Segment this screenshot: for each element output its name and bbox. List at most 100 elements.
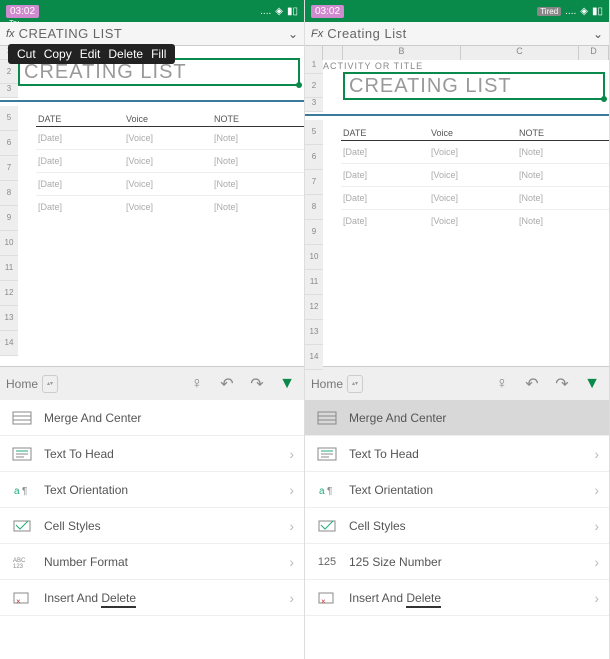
fx-text[interactable]: Creating List — [327, 26, 593, 41]
table-row[interactable]: [Date][Voice][Note] — [341, 164, 609, 187]
fx-label: Fx — [311, 28, 323, 40]
table-row[interactable]: [Date][Voice][Note] — [36, 127, 304, 150]
cell[interactable]: [Note] — [214, 179, 302, 189]
cell[interactable]: [Note] — [214, 156, 302, 166]
column-headers: B C D — [305, 46, 609, 60]
cell[interactable]: [Note] — [214, 202, 302, 212]
cell[interactable]: [Voice] — [431, 170, 519, 180]
menu-size-number[interactable]: 125125 Size Number› — [305, 544, 609, 580]
table-row[interactable]: [Date][Voice][Note] — [36, 196, 304, 218]
cell[interactable]: [Note] — [214, 133, 302, 143]
ctx-cut[interactable]: Cut — [14, 47, 39, 61]
cell[interactable]: [Voice] — [431, 147, 519, 157]
col-note[interactable]: NOTE — [214, 114, 302, 124]
updown-icon[interactable]: ▴▾ — [42, 375, 58, 393]
collapse-icon[interactable]: ▼ — [276, 375, 298, 393]
menu-text-head[interactable]: Text To Head› — [305, 436, 609, 472]
redo-icon[interactable]: ↷ — [246, 374, 268, 394]
cell[interactable]: [Voice] — [126, 156, 214, 166]
home-tab[interactable]: Home ▴▾ — [6, 375, 58, 393]
row-header[interactable]: 13 — [305, 320, 323, 345]
chevron-down-icon[interactable]: ⌄ — [288, 27, 298, 41]
table-row[interactable]: [Date][Voice][Note] — [341, 187, 609, 210]
chevron-down-icon[interactable]: ⌄ — [593, 27, 603, 41]
table-row[interactable]: [Date][Voice][Note] — [341, 210, 609, 232]
col-header[interactable]: D — [579, 46, 609, 60]
cell[interactable]: [Note] — [519, 193, 607, 203]
menu-number-format[interactable]: ABC123Number Format› — [0, 544, 304, 580]
table-row[interactable]: [Date][Voice][Note] — [36, 173, 304, 196]
formula-bar[interactable]: fx CREATING LIST ⌄ Cut Copy Edit Delete … — [0, 22, 304, 46]
col-voice[interactable]: Voice — [431, 128, 519, 138]
row-header[interactable]: 10 — [0, 231, 18, 256]
menu-merge[interactable]: Merge And Center — [0, 400, 304, 436]
row-header[interactable]: 3 — [305, 98, 323, 112]
row-header[interactable]: 11 — [0, 256, 18, 281]
menu-merge[interactable]: Merge And Center — [305, 400, 609, 436]
menu-cell-styles[interactable]: Cell Styles› — [305, 508, 609, 544]
bulb-icon[interactable]: ♀ — [186, 375, 208, 393]
menu-insert-delete[interactable]: ×Insert And Delete› — [0, 580, 304, 616]
spreadsheet[interactable]: ACTIVITY OR TITLE CREATING LIST 5 6 7 8 … — [0, 46, 304, 366]
spreadsheet[interactable]: ACTIVITY OR TITLE CREATING LIST 5 6 7 8 … — [305, 60, 609, 366]
row-header[interactable]: 11 — [305, 270, 323, 295]
corner[interactable] — [305, 46, 323, 60]
cell[interactable]: [Note] — [519, 147, 607, 157]
ctx-fill[interactable]: Fill — [148, 47, 169, 61]
cell[interactable]: [Voice] — [126, 202, 214, 212]
updown-icon[interactable]: ▴▾ — [347, 375, 363, 393]
cell[interactable]: [Date] — [38, 179, 126, 189]
cell[interactable]: [Date] — [38, 133, 126, 143]
title-selection[interactable]: CREATING LIST — [343, 72, 605, 100]
row-header[interactable]: 2 — [305, 74, 323, 98]
cell[interactable]: [Voice] — [431, 193, 519, 203]
redo-icon[interactable]: ↷ — [551, 374, 573, 394]
text-head-icon — [10, 445, 34, 463]
row-header[interactable]: 3 — [0, 84, 18, 98]
collapse-icon[interactable]: ▼ — [581, 375, 603, 393]
formula-bar[interactable]: Fx Creating List ⌄ — [305, 22, 609, 46]
cell[interactable]: [Date] — [38, 202, 126, 212]
table-row[interactable]: [Date][Voice][Note] — [341, 141, 609, 164]
cell[interactable]: [Date] — [343, 147, 431, 157]
cell[interactable]: [Voice] — [126, 133, 214, 143]
col-note[interactable]: NOTE — [519, 128, 607, 138]
cell[interactable]: [Date] — [343, 216, 431, 226]
bulb-icon[interactable]: ♀ — [491, 375, 513, 393]
cell-styles-icon — [10, 517, 34, 535]
undo-icon[interactable]: ↶ — [216, 374, 238, 394]
row-header[interactable]: 12 — [0, 281, 18, 306]
ctx-edit[interactable]: Edit — [77, 47, 104, 61]
undo-icon[interactable]: ↶ — [521, 374, 543, 394]
cell[interactable]: [Date] — [343, 170, 431, 180]
col-date[interactable]: DATE — [38, 114, 126, 124]
home-tab[interactable]: Home ▴▾ — [311, 375, 363, 393]
cell[interactable]: [Date] — [343, 193, 431, 203]
col-header[interactable]: C — [461, 46, 579, 60]
menu-cell-styles[interactable]: Cell Styles› — [0, 508, 304, 544]
menu-text-orient[interactable]: a¶Text Orientation› — [305, 472, 609, 508]
menu-insert-delete[interactable]: ×Insert And Delete› — [305, 580, 609, 616]
col-date[interactable]: DATE — [343, 128, 431, 138]
cell[interactable]: [Date] — [38, 156, 126, 166]
row-header[interactable]: 13 — [0, 306, 18, 331]
table-row[interactable]: [Date][Voice][Note] — [36, 150, 304, 173]
menu-label: Text To Head — [44, 447, 289, 461]
cell[interactable]: [Note] — [519, 170, 607, 180]
col-a-partial[interactable] — [323, 46, 343, 60]
menu-text-head[interactable]: Text To Head› — [0, 436, 304, 472]
cell[interactable]: [Voice] — [431, 216, 519, 226]
row-header[interactable]: 14 — [0, 331, 18, 356]
fx-text[interactable]: CREATING LIST — [19, 26, 288, 41]
col-voice[interactable]: Voice — [126, 114, 214, 124]
cell[interactable]: [Note] — [519, 216, 607, 226]
row-header[interactable]: 1 — [305, 60, 323, 74]
col-header[interactable]: B — [343, 46, 461, 60]
row-header[interactable]: 14 — [305, 345, 323, 370]
ctx-delete[interactable]: Delete — [105, 47, 146, 61]
row-header[interactable]: 12 — [305, 295, 323, 320]
row-header[interactable]: 10 — [305, 245, 323, 270]
cell[interactable]: [Voice] — [126, 179, 214, 189]
ctx-copy[interactable]: Copy — [41, 47, 75, 61]
menu-text-orient[interactable]: a¶Text Orientation› — [0, 472, 304, 508]
